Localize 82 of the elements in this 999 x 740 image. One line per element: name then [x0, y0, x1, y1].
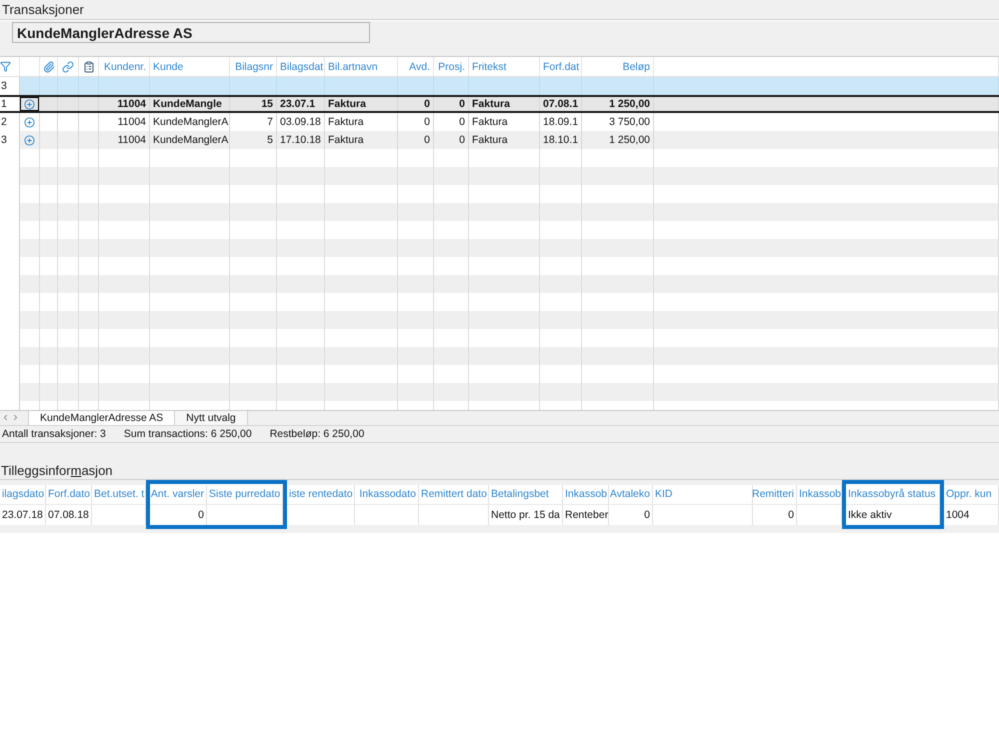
table-cell: 0: [398, 97, 434, 111]
column-header[interactable]: iste rentedato: [287, 484, 355, 504]
table-cell: 0: [434, 97, 469, 111]
filter-field[interactable]: [150, 77, 230, 95]
window-title: Transaksjoner: [1, 2, 84, 17]
column-header[interactable]: KID: [653, 484, 753, 504]
table-row[interactable]: 1 11004 KundeMangle 15 23.07.1 Faktura 0 0 Faktura 07.08.1 1 250,00: [0, 95, 999, 113]
filter-field[interactable]: [582, 77, 654, 95]
table-row[interactable]: 3 11004 KundeManglerA 5 17.10.18 Faktura 0 0 Faktura 18.10.1 1 250,00: [0, 131, 999, 149]
table-cell: KundeMangle: [150, 97, 230, 111]
filter-field[interactable]: [20, 77, 40, 95]
status-text: Antall transaksjoner: 3: [2, 428, 106, 440]
column-header[interactable]: Bilagsnr: [230, 57, 277, 76]
column-header[interactable]: Siste purredato: [207, 484, 283, 504]
plus-circle-icon: [24, 134, 35, 146]
column-header[interactable]: Inkassobyrå status: [846, 484, 940, 504]
column-header[interactable]: Remitteri: [753, 484, 797, 504]
table-cell: 23.07.1: [277, 97, 325, 111]
table-cell: Renteber: [563, 504, 609, 524]
link-icon[interactable]: [62, 60, 74, 72]
filter-field[interactable]: [325, 77, 398, 95]
column-header[interactable]: Fritekst: [469, 57, 540, 76]
chevron-left-icon[interactable]: [1, 413, 10, 422]
table-cell: Faktura: [469, 97, 540, 111]
table-cell: 0: [609, 504, 653, 524]
expand-button[interactable]: [20, 97, 39, 111]
filter-field[interactable]: [540, 77, 582, 95]
column-header[interactable]: ilagsdato: [0, 484, 46, 504]
filter-field[interactable]: [79, 77, 99, 95]
filter-field[interactable]: [230, 77, 277, 95]
table-cell: Ikke aktiv: [846, 504, 940, 524]
table-cell: Faktura: [325, 97, 398, 111]
chevron-right-icon[interactable]: [11, 413, 20, 422]
table-cell: 0: [753, 504, 797, 524]
column-header[interactable]: Remittert dato: [419, 484, 489, 504]
filter-field[interactable]: [277, 77, 325, 95]
status-text: Restbeløp: 6 250,00: [270, 428, 364, 440]
column-header[interactable]: Inkassodato: [355, 484, 419, 504]
document-icon[interactable]: [82, 60, 94, 72]
column-header[interactable]: Prosj.: [434, 57, 469, 76]
column-header[interactable]: Inkassob: [563, 484, 609, 504]
column-header[interactable]: Forf.dato: [46, 484, 92, 504]
customer-field[interactable]: KundeManglerAdresse AS: [12, 22, 370, 43]
sheet-tab[interactable]: KundeManglerAdresse AS: [28, 410, 176, 424]
column-header[interactable]: Avtaleko: [609, 484, 653, 504]
plus-circle-icon: [24, 98, 35, 110]
filter-field[interactable]: [58, 77, 79, 95]
column-header[interactable]: Avd.: [398, 57, 434, 76]
status-text: Sum transactions: 6 250,00: [124, 428, 252, 440]
filter-field[interactable]: [398, 77, 434, 95]
column-header[interactable]: Betalingsbet: [489, 484, 563, 504]
row-number: 1: [0, 97, 20, 111]
column-header[interactable]: Kundenr.: [99, 57, 150, 76]
row-number: 2: [0, 113, 20, 131]
column-header[interactable]: Bil.artnavn: [325, 57, 398, 76]
table-cell: 15: [230, 97, 277, 111]
column-header[interactable]: Beløp: [582, 57, 654, 76]
column-header[interactable]: Forf.dat: [540, 57, 582, 76]
table-cell: 11004: [99, 97, 150, 111]
table-cell: 1 250,00: [582, 97, 654, 111]
filter-field[interactable]: [40, 77, 58, 95]
filter-field[interactable]: [654, 77, 999, 95]
table-cell: 23.07.18: [0, 504, 46, 524]
table-row[interactable]: 2 11004 KundeManglerA 7 03.09.18 Faktura 0 0 Faktura 18.09.1 3 750,00: [0, 113, 999, 131]
filter-field[interactable]: [99, 77, 150, 95]
paperclip-icon[interactable]: [42, 60, 54, 72]
filter-field[interactable]: [434, 77, 469, 95]
filter-icon[interactable]: [0, 61, 11, 72]
row-number: 3: [0, 77, 20, 95]
row-number: 3: [0, 131, 20, 149]
table-cell: 0: [150, 504, 207, 524]
column-header[interactable]: Kunde: [150, 57, 230, 76]
column-header[interactable]: Bilagsdat: [277, 57, 325, 76]
filter-field[interactable]: [469, 77, 540, 95]
column-header[interactable]: Ant. varsler: [150, 484, 207, 504]
plus-circle-icon: [24, 116, 35, 128]
table-cell: 07.08.1: [540, 97, 582, 111]
sheet-tab[interactable]: Nytt utvalg: [175, 410, 248, 424]
column-header[interactable]: Oppr. kun: [944, 484, 999, 504]
table-cell: Netto pr. 15 da: [489, 504, 563, 524]
table-cell: 1004: [944, 504, 999, 524]
table-cell: 07.08.18: [46, 504, 92, 524]
